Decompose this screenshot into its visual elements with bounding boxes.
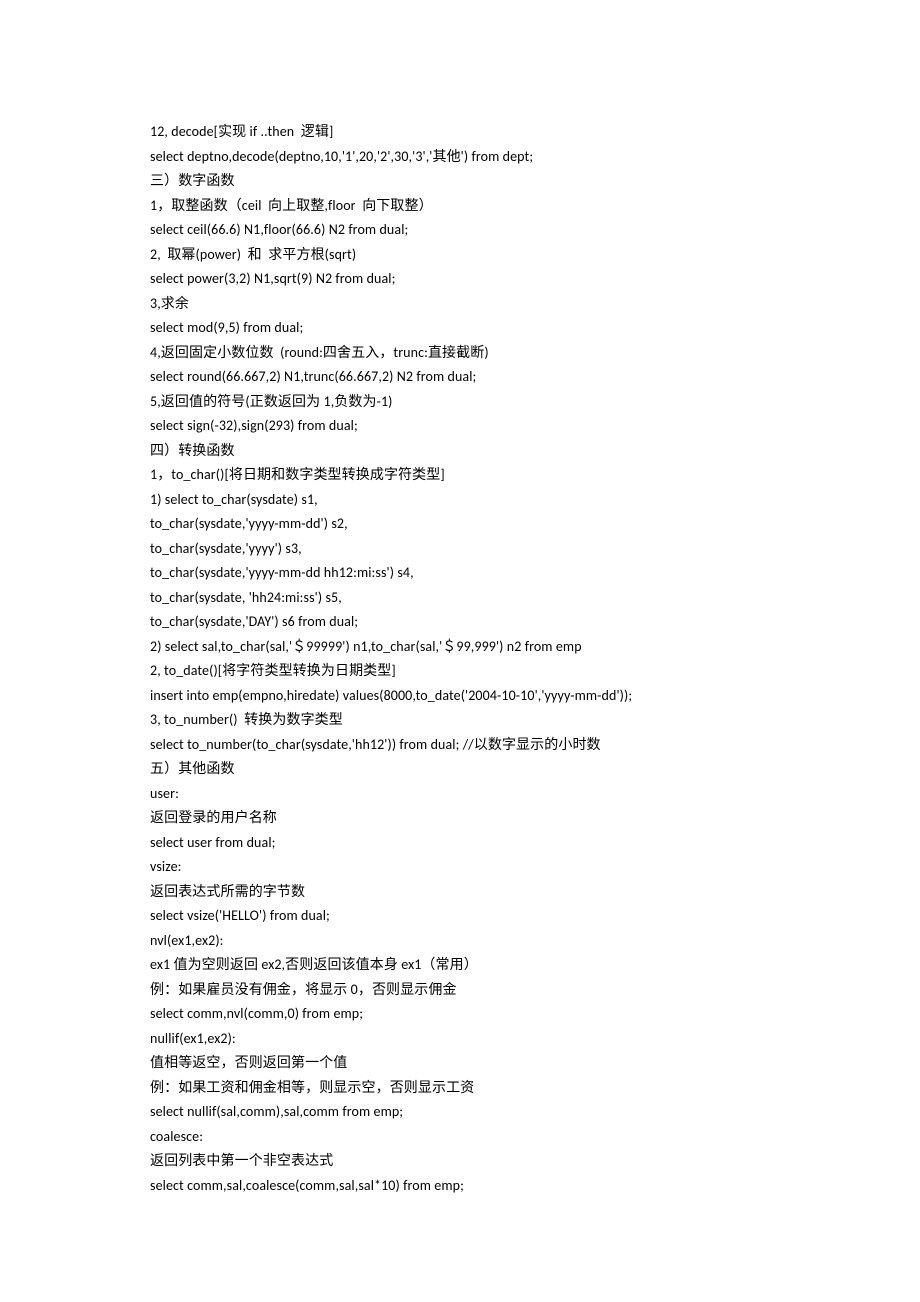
text-line: to_char(sysdate,'DAY') s6 from dual; (150, 610, 770, 635)
text-line: 1，取整函数（ceil 向上取整,floor 向下取整） (150, 194, 770, 219)
text-line: 4,返回固定小数位数 (round:四舍五入，trunc:直接截断) (150, 341, 770, 366)
text-line: 3,求余 (150, 292, 770, 317)
text-line: nvl(ex1,ex2): (150, 929, 770, 954)
text-line: select sign(-32),sign(293) from dual; (150, 414, 770, 439)
text-line: 12, decode[实现 if ..then 逻辑] (150, 120, 770, 145)
text-line: nullif(ex1,ex2): (150, 1027, 770, 1052)
text-line: select vsize('HELLO') from dual; (150, 904, 770, 929)
text-line: 2, 取幂(power) 和 求平方根(sqrt) (150, 243, 770, 268)
text-line: 三）数字函数 (150, 169, 770, 194)
text-line: select mod(9,5) from dual; (150, 316, 770, 341)
text-line: 2, to_date()[将字符类型转换为日期类型] (150, 659, 770, 684)
text-line: coalesce: (150, 1125, 770, 1150)
text-line: 五）其他函数 (150, 757, 770, 782)
text-line: select comm,sal,coalesce(comm,sal,sal*10… (150, 1174, 770, 1199)
text-line: 例：如果工资和佣金相等，则显示空，否则显示工资 (150, 1076, 770, 1101)
text-line: insert into emp(empno,hiredate) values(8… (150, 684, 770, 709)
text-line: select deptno,decode(deptno,10,'1',20,'2… (150, 145, 770, 170)
text-line: 返回列表中第一个非空表达式 (150, 1149, 770, 1174)
text-line: 返回表达式所需的字节数 (150, 880, 770, 905)
text-line: 5,返回值的符号(正数返回为 1,负数为-1) (150, 390, 770, 415)
text-line: user: (150, 782, 770, 807)
text-line: to_char(sysdate,'yyyy-mm-dd') s2, (150, 512, 770, 537)
text-line: 返回登录的用户名称 (150, 806, 770, 831)
text-line: 四）转换函数 (150, 439, 770, 464)
text-line: 3, to_number() 转换为数字类型 (150, 708, 770, 733)
text-line: to_char(sysdate,'yyyy') s3, (150, 537, 770, 562)
text-line: select to_number(to_char(sysdate,'hh12')… (150, 733, 770, 758)
text-line: 1) select to_char(sysdate) s1, (150, 488, 770, 513)
text-line: 例：如果雇员没有佣金，将显示 0，否则显示佣金 (150, 978, 770, 1003)
text-line: vsize: (150, 855, 770, 880)
text-line: to_char(sysdate, 'hh24:mi:ss') s5, (150, 586, 770, 611)
text-line: select user from dual; (150, 831, 770, 856)
text-line: 2) select sal,to_char(sal,'＄99999') n1,t… (150, 635, 770, 660)
document-page: 12, decode[实现 if ..then 逻辑] select deptn… (0, 0, 920, 1278)
text-line: ex1 值为空则返回 ex2,否则返回该值本身 ex1（常用） (150, 953, 770, 978)
text-line: 1，to_char()[将日期和数字类型转换成字符类型] (150, 463, 770, 488)
text-line: select power(3,2) N1,sqrt(9) N2 from dua… (150, 267, 770, 292)
text-line: select comm,nvl(comm,0) from emp; (150, 1002, 770, 1027)
text-line: select nullif(sal,comm),sal,comm from em… (150, 1100, 770, 1125)
text-line: to_char(sysdate,'yyyy-mm-dd hh12:mi:ss')… (150, 561, 770, 586)
text-line: select round(66.667,2) N1,trunc(66.667,2… (150, 365, 770, 390)
text-line: select ceil(66.6) N1,floor(66.6) N2 from… (150, 218, 770, 243)
text-line: 值相等返空，否则返回第一个值 (150, 1051, 770, 1076)
